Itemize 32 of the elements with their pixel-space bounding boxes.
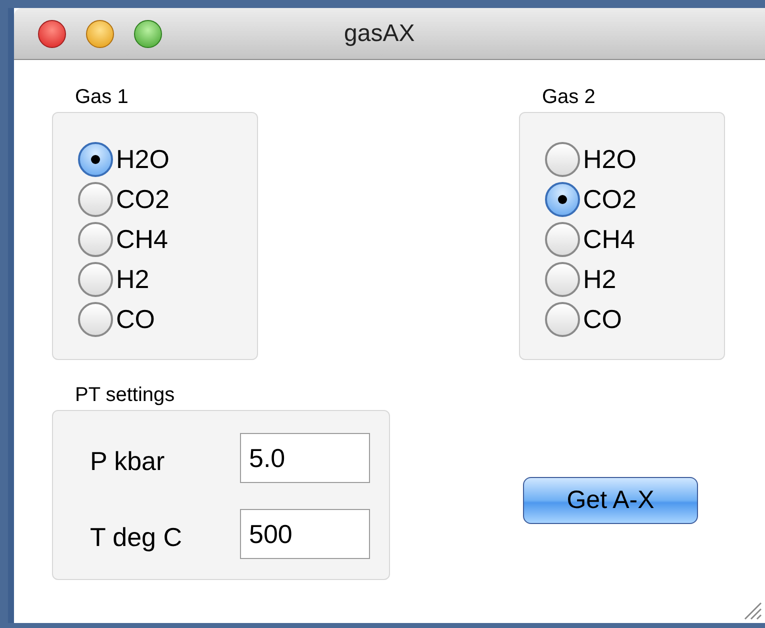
radio-button[interactable] (78, 302, 113, 336)
radio-button[interactable] (78, 222, 113, 256)
field-label: P kbar (90, 444, 166, 478)
radio-label: CO (116, 304, 155, 334)
radio-label: H2O (116, 144, 170, 174)
zoom-button[interactable] (134, 20, 162, 48)
radio-label: CO2 (583, 184, 636, 214)
radio-label: CH4 (116, 224, 168, 254)
input-field[interactable]: 500 (240, 509, 370, 559)
radio-label: CH4 (583, 224, 636, 254)
radio-button[interactable] (545, 222, 580, 256)
group-label: PT settings (75, 383, 176, 408)
radio-label: CO (583, 304, 622, 334)
radio-label: H2 (116, 264, 150, 294)
radio-button[interactable] (78, 182, 113, 216)
close-button[interactable] (38, 20, 66, 48)
radio-button[interactable] (78, 142, 113, 176)
window-title: gasAX (344, 18, 415, 48)
radio-button[interactable] (545, 142, 580, 176)
radio-button[interactable] (545, 262, 580, 296)
get-ax-button[interactable]: Get A-X (523, 477, 698, 524)
group-label: Gas 1 (75, 85, 130, 110)
minimize-button[interactable] (86, 20, 114, 48)
radio-label: H2O (583, 144, 636, 174)
radio-button[interactable] (78, 262, 113, 296)
input-field[interactable]: 5.0 (240, 433, 370, 483)
radio-button[interactable] (545, 302, 580, 336)
field-label: T deg C (90, 520, 184, 554)
group-label: Gas 2 (542, 85, 596, 110)
radio-button[interactable] (545, 182, 580, 216)
radio-label: CO2 (116, 184, 170, 214)
radio-label: H2 (583, 264, 616, 294)
